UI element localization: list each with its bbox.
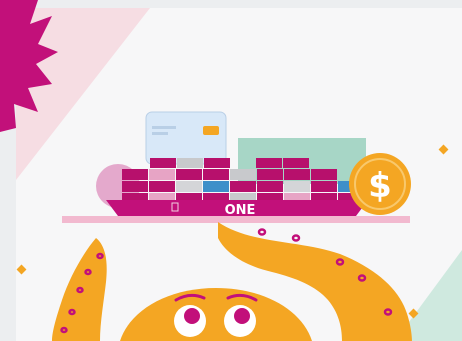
octopus-pupil-left [184,308,200,324]
credit-card-icon [145,111,227,165]
illustration-svg: ONE $ [0,0,462,341]
octopus-pupil-right [234,308,250,324]
ship-hull-label: ONE [225,203,256,218]
tray-shape [62,216,410,223]
coin-symbol: $ [368,166,392,206]
dollar-coin-icon: $ [349,153,411,215]
illustration-scene: ONE $ [0,0,462,341]
